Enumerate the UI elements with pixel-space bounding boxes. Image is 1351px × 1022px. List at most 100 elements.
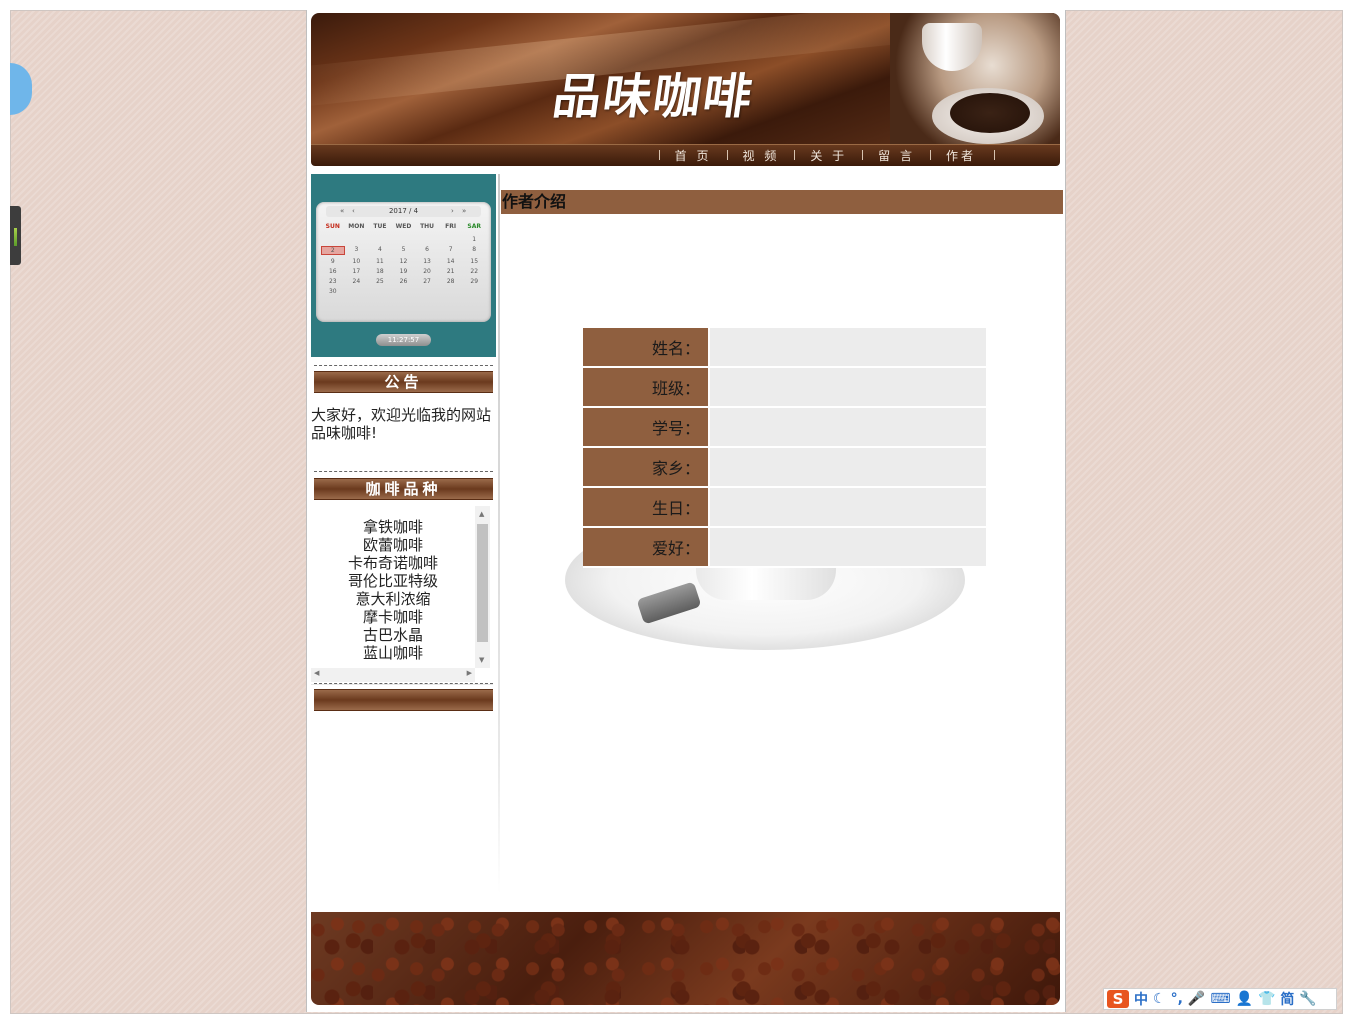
scroll-left-icon[interactable]: ◀ bbox=[314, 669, 319, 677]
divider bbox=[314, 471, 493, 472]
main-content: 作者介绍 姓名： 班级： 学号： 家乡： 生日： 爱好： bbox=[501, 190, 1063, 890]
main-nav: 首 页视 频关 于留 言作者 bbox=[311, 144, 1060, 166]
coffee-cup-image bbox=[890, 13, 1060, 144]
variety-item: 卡布奇诺咖啡 bbox=[347, 554, 438, 572]
nav-item-0[interactable]: 首 页 bbox=[661, 147, 726, 164]
weekday-label: FRI bbox=[445, 223, 457, 230]
calendar-day[interactable]: 22 bbox=[462, 268, 486, 275]
calendar-day[interactable]: 25 bbox=[368, 278, 392, 285]
calendar-day[interactable]: 18 bbox=[368, 268, 392, 275]
punctuation-icon[interactable]: °, bbox=[1171, 991, 1183, 1007]
ime-toolbar[interactable]: S 中 ☾ °, 🎤 ⌨ 👤 👕 简 🔧 bbox=[1103, 988, 1337, 1010]
varieties-list: 拿铁咖啡 欧蕾咖啡 卡布奇诺咖啡 哥伦比亚特级 意大利浓缩 摩卡咖啡 古巴水晶 蓝山咖啡 bbox=[311, 518, 475, 662]
shirt-icon[interactable]: 👕 bbox=[1258, 991, 1275, 1007]
varieties-scroll-box[interactable]: 拿铁咖啡 欧蕾咖啡 卡布奇诺咖啡 哥伦比亚特级 意大利浓缩 摩卡咖啡 古巴水晶 蓝山咖啡 ▲ … bbox=[311, 506, 493, 685]
moon-icon[interactable]: ☾ bbox=[1153, 991, 1166, 1007]
calendar-body: « ‹ 2017 / 4 › » SUN MON TUE WED THU FRI SAR 1… bbox=[316, 202, 491, 346]
notice-line-1: 大家好，欢迎光临我的网站 bbox=[311, 406, 492, 424]
nav-separator bbox=[726, 150, 728, 160]
calendar-day bbox=[415, 236, 439, 243]
calendar-day[interactable]: 10 bbox=[345, 258, 369, 265]
level-meter-icon bbox=[14, 228, 17, 246]
calendar-day[interactable]: 3 bbox=[345, 246, 369, 255]
calendar-header: « ‹ 2017 / 4 › » bbox=[326, 206, 481, 217]
calendar-day[interactable]: 2 bbox=[321, 246, 345, 255]
calendar-day[interactable]: 27 bbox=[415, 278, 439, 285]
nav-item-4[interactable]: 作者 bbox=[932, 147, 993, 164]
variety-item: 哥伦比亚特级 bbox=[347, 572, 438, 590]
calendar-day[interactable]: 11 bbox=[368, 258, 392, 265]
variety-item: 意大利浓缩 bbox=[355, 590, 431, 608]
info-value bbox=[708, 527, 986, 567]
variety-item: 欧蕾咖啡 bbox=[362, 536, 423, 554]
vertical-scrollbar[interactable]: ▲ ▼ bbox=[475, 506, 490, 668]
info-value bbox=[708, 487, 986, 527]
calendar-day[interactable]: 14 bbox=[439, 258, 463, 265]
weekday-label: SAR bbox=[467, 223, 481, 230]
calendar-weekdays: SUN MON TUE WED THU FRI SAR bbox=[321, 223, 486, 230]
calendar-day[interactable]: 16 bbox=[321, 268, 345, 275]
calendar-day bbox=[392, 236, 416, 243]
calendar-day[interactable]: 21 bbox=[439, 268, 463, 275]
weekday-label: WED bbox=[395, 223, 412, 230]
scroll-thumb[interactable] bbox=[477, 524, 488, 642]
calendar-day[interactable]: 19 bbox=[392, 268, 416, 275]
variety-item: 拿铁咖啡 bbox=[362, 518, 423, 536]
calendar-grid: 1 2 3 4 5 6 7 8 9 10 11 12 13 14 15 16 17 18 19 20 21 22 23 24 2… bbox=[321, 236, 486, 295]
calendar-day[interactable]: 20 bbox=[415, 268, 439, 275]
nav-item-2[interactable]: 关 于 bbox=[796, 147, 861, 164]
calendar-day[interactable]: 28 bbox=[439, 278, 463, 285]
info-row: 爱好： bbox=[583, 527, 986, 567]
ime-lang-toggle[interactable]: 中 bbox=[1134, 989, 1148, 1009]
cup-shape bbox=[922, 23, 982, 71]
side-panel-handle[interactable] bbox=[10, 206, 21, 265]
coffee-grounds-shape bbox=[950, 93, 1030, 133]
calendar-day[interactable]: 6 bbox=[415, 246, 439, 255]
calendar-day[interactable]: 29 bbox=[462, 278, 486, 285]
notice-title: 公告 bbox=[314, 371, 493, 393]
calendar-day[interactable]: 1 bbox=[462, 236, 486, 243]
calendar-day[interactable]: 15 bbox=[462, 258, 486, 265]
keyboard-icon[interactable]: ⌨ bbox=[1210, 991, 1230, 1007]
nav-item-3[interactable]: 留 言 bbox=[864, 147, 929, 164]
calendar-day[interactable]: 17 bbox=[345, 268, 369, 275]
calendar-day[interactable]: 23 bbox=[321, 278, 345, 285]
weekday-label: MON bbox=[348, 223, 365, 230]
wrench-icon[interactable]: 🔧 bbox=[1299, 991, 1316, 1007]
info-value bbox=[708, 447, 986, 487]
variety-item: 古巴水晶 bbox=[362, 626, 423, 644]
author-info-table: 姓名： 班级： 学号： 家乡： 生日： 爱好： bbox=[583, 328, 986, 568]
nav-item-1[interactable]: 视 频 bbox=[729, 147, 794, 164]
calendar-day[interactable]: 9 bbox=[321, 258, 345, 265]
info-label: 学号： bbox=[583, 407, 709, 447]
nav-separator bbox=[794, 150, 796, 160]
scroll-up-icon[interactable]: ▲ bbox=[479, 509, 484, 519]
footer-coffee-beans-image bbox=[311, 912, 1060, 1005]
calendar-day[interactable]: 30 bbox=[321, 288, 345, 295]
calendar-day[interactable]: 12 bbox=[392, 258, 416, 265]
calendar-day[interactable]: 4 bbox=[368, 246, 392, 255]
user-icon[interactable]: 👤 bbox=[1236, 991, 1253, 1007]
nav-list: 首 页视 频关 于留 言作者 bbox=[658, 146, 996, 164]
calendar-day[interactable]: 8 bbox=[462, 246, 486, 255]
microphone-icon[interactable]: 🎤 bbox=[1188, 991, 1205, 1007]
calendar-day[interactable]: 13 bbox=[415, 258, 439, 265]
calendar-day[interactable]: 24 bbox=[345, 278, 369, 285]
author-intro-title: 作者介绍 bbox=[501, 190, 1063, 214]
info-value bbox=[708, 407, 986, 447]
calendar-day[interactable]: 7 bbox=[439, 246, 463, 255]
scroll-down-icon[interactable]: ▼ bbox=[479, 655, 484, 665]
calendar-day bbox=[321, 236, 345, 243]
sogou-logo-icon[interactable]: S bbox=[1107, 990, 1129, 1008]
next-year-button[interactable]: » bbox=[462, 206, 466, 217]
calendar-day[interactable]: 5 bbox=[392, 246, 416, 255]
scroll-right-icon[interactable]: ▶ bbox=[467, 669, 472, 677]
calendar-day[interactable]: 26 bbox=[392, 278, 416, 285]
next-month-button[interactable]: › bbox=[451, 206, 454, 217]
nav-separator bbox=[862, 150, 864, 160]
header-banner: 品味咖啡 bbox=[311, 13, 1060, 144]
info-label: 姓名： bbox=[583, 328, 709, 367]
nav-separator bbox=[994, 150, 995, 160]
ime-mode-toggle[interactable]: 简 bbox=[1280, 989, 1294, 1009]
horizontal-scrollbar[interactable]: ◀ ▶ bbox=[311, 668, 475, 682]
